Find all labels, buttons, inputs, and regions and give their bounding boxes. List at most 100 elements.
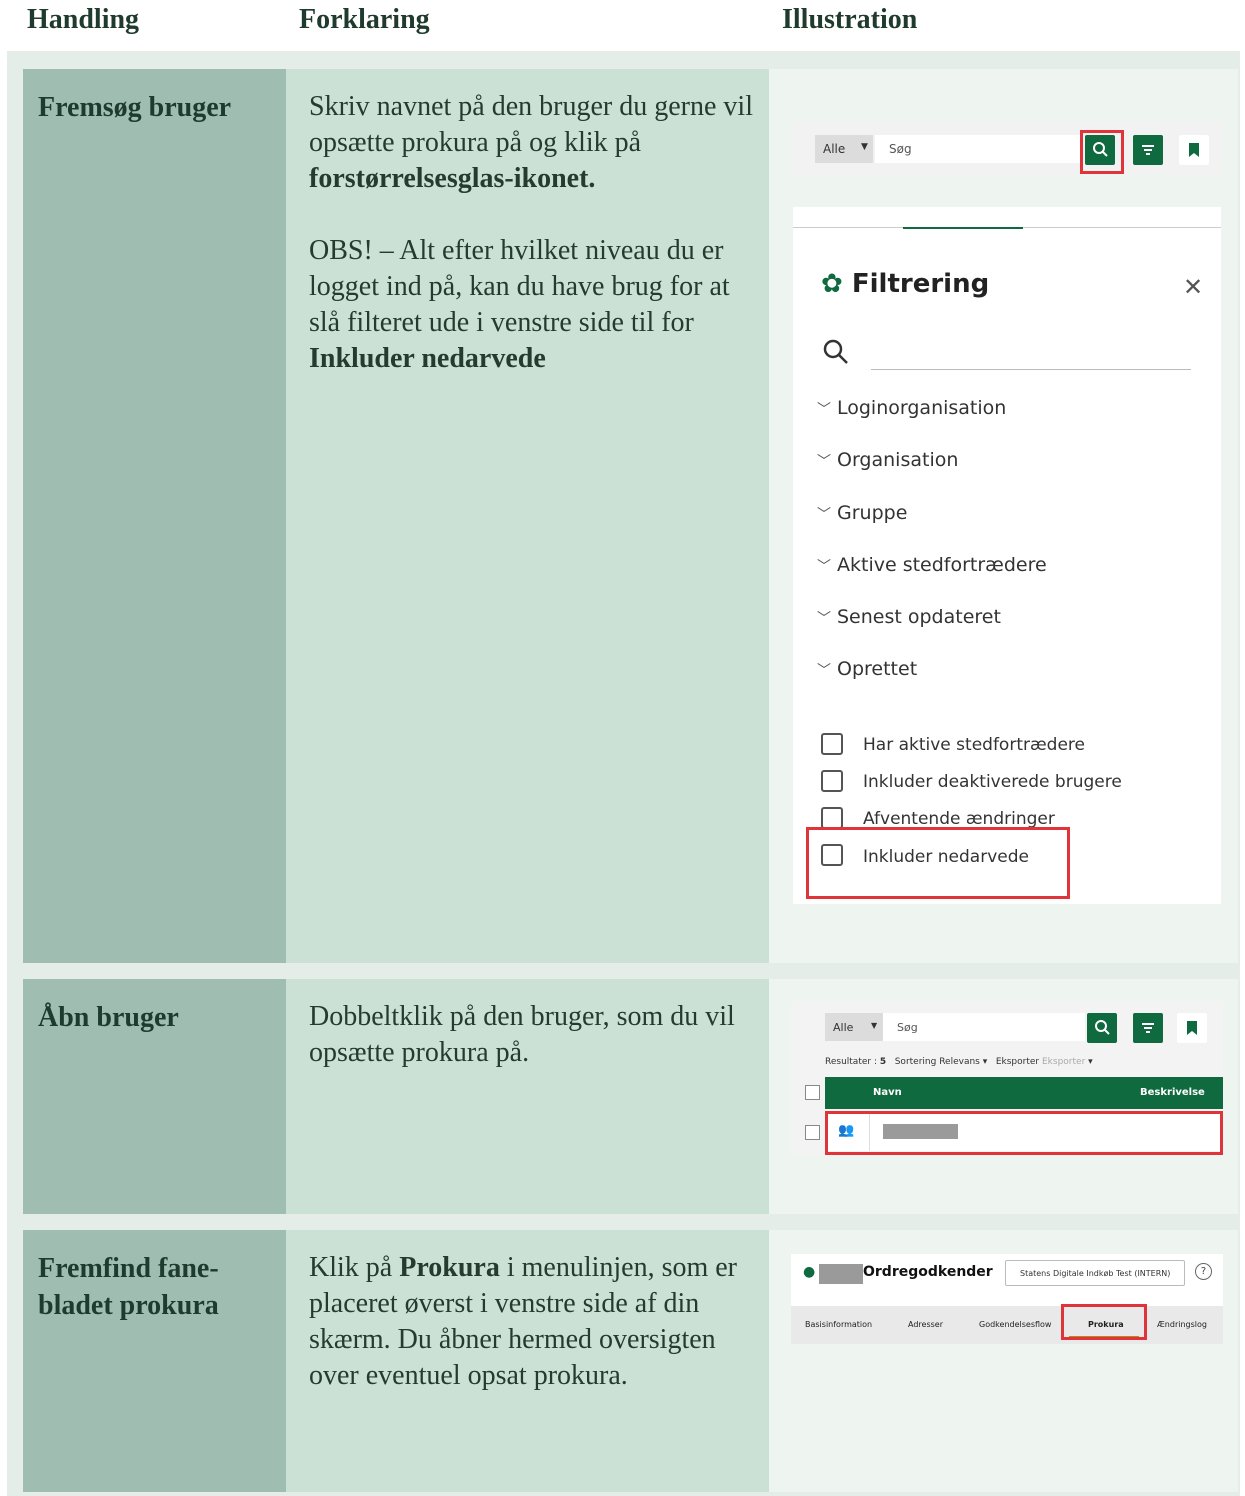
checkbox[interactable] [821,807,843,829]
scope-select[interactable]: Alle ▼ [815,135,873,163]
help-icon[interactable]: ? [1195,1263,1212,1280]
results-label: Resultater : [825,1057,877,1067]
illustration-cell: Alle ▼ Søg ✿ Filtrering ✕ ﹀ Loginorganis… [769,69,1238,963]
user-search-panel: Alle ▼ Søg Resultater : 5 Sortering Rele… [791,1001,1223,1155]
search-placeholder: Søg [897,1021,918,1034]
table-row: Fremsøg bruger Skriv navnet på den bruge… [23,69,1238,963]
person-icon: ● [803,1264,816,1280]
chevron-down-icon: ﹀ [817,559,831,575]
filter-section[interactable]: ﹀ Senest opdateret [817,606,1001,628]
bookmark-button[interactable] [1177,1013,1207,1043]
org-selector[interactable]: Statens Digitale Indkøb Test (INTERN) [1005,1260,1185,1286]
scope-value: Alle [833,1021,854,1034]
chevron-down-icon: ﹀ [817,611,831,627]
action-title: Fremfind fane-bladet prokura [38,1253,219,1321]
active-tab-line [903,219,1023,229]
chevron-down-icon: ﹀ [817,507,831,523]
filter-section[interactable]: ﹀ Oprettet [817,658,917,680]
explanation-bold: forstørrelsesglas-ikonet. [309,163,596,194]
column-header-beskrivelse[interactable]: Beskrivelse [1140,1087,1205,1098]
action-cell: Fremfind fane-bladet prokura [23,1230,286,1492]
search-icon [1095,1020,1110,1035]
bookmark-icon [1187,1021,1197,1035]
action-cell: Fremsøg bruger [23,69,286,963]
header-illustration: Illustration [782,4,918,35]
explanation-cell: Dobbeltklik på den bruger, som du vil op… [286,979,769,1214]
highlight-search [1080,130,1124,174]
user-role-title: Ordregodkender [863,1264,993,1280]
explanation-text: Skriv navnet på den bruger du gerne vil … [309,89,754,377]
filter-section[interactable]: ﹀ Loginorganisation [817,397,1006,419]
chevron-down-icon: ﹀ [817,402,831,418]
column-header-navn[interactable]: Navn [873,1087,902,1098]
tab-basisinformation[interactable]: Basisinformation [805,1320,872,1329]
filter-section[interactable]: ﹀ Gruppe [817,502,907,524]
explanation-text: Klik på Prokura i menulinjen, som er pla… [309,1250,754,1394]
table-header: Navn Beskrivelse [825,1077,1223,1109]
header-forklaring: Forklaring [299,4,430,35]
tab-godkendelsesflow[interactable]: Godkendelsesflow [979,1320,1051,1329]
search-button[interactable] [1087,1013,1117,1043]
filter-button[interactable] [1133,135,1163,165]
export-value[interactable]: Eksporter [1042,1057,1085,1067]
header-handling: Handling [27,4,140,35]
chevron-down-icon: ▼ [861,142,868,152]
filter-icon [1142,145,1154,155]
search-bar: Alle ▼ Søg [791,121,1221,175]
tab-bar: Basisinformation Adresser Godkendelsesfl… [791,1306,1223,1344]
checkbox[interactable] [821,770,843,792]
search-input[interactable]: Søg [875,135,1080,163]
filter-search-input[interactable] [871,347,1191,370]
filter-section-label: Senest opdateret [837,606,1001,628]
results-count: 5 [879,1057,887,1067]
explanation-part: OBS! – Alt efter hvilket niveau du er lo… [309,235,730,338]
row-checkbox[interactable] [805,1125,820,1140]
tab-adresser[interactable]: Adresser [908,1320,943,1329]
explanation-bold: Inkluder nedarvede [309,343,546,374]
select-all-checkbox[interactable] [805,1085,820,1100]
chevron-down-icon: ﹀ [817,663,831,679]
explanation-cell: Klik på Prokura i menulinjen, som er pla… [286,1230,769,1492]
filter-section-label: Oprettet [837,658,918,680]
checkbox-label: Har aktive stedfortrædere [863,735,1085,755]
checkbox-label: Inkluder deaktiverede brugere [863,772,1122,792]
filter-panel: ✿ Filtrering ✕ ﹀ Loginorganisation ﹀ Organ… [793,207,1221,904]
sort-label: Sortering [894,1057,937,1067]
illustration-cell: ● Ordregodkender Statens Digitale Indkøb… [769,1230,1238,1492]
bookmark-button[interactable] [1179,135,1209,165]
filter-button[interactable] [1133,1013,1163,1043]
illustration-cell: Alle ▼ Søg Resultater : 5 Sortering Rele… [769,979,1238,1214]
filter-section-label: Loginorganisation [837,397,1007,419]
scope-select[interactable]: Alle ▼ [825,1013,883,1041]
bookmark-icon [1189,143,1199,157]
filter-section[interactable]: ﹀ Organisation [817,449,958,471]
close-icon[interactable]: ✕ [1183,273,1203,301]
explanation-cell: Skriv navnet på den bruger du gerne vil … [286,69,769,963]
explanation-text: Dobbeltklik på den bruger, som du vil op… [309,1001,735,1068]
redacted-user-name [819,1264,863,1284]
table-row: Åbn bruger Dobbeltklik på den bruger, so… [23,979,1238,1214]
scope-value: Alle [823,142,846,156]
user-header-panel: ● Ordregodkender Statens Digitale Indkøb… [791,1254,1223,1344]
explanation-part: Skriv navnet på den bruger du gerne vil … [309,91,753,158]
chevron-down-icon: ▼ [871,1021,878,1030]
checkbox[interactable] [821,733,843,755]
filter-section[interactable]: ﹀ Aktive stedfortrædere [817,554,1047,576]
search-icon [823,339,848,364]
filter-section-label: Organisation [837,449,959,471]
gear-icon: ✿ [821,269,843,299]
tab-aendringslog[interactable]: Ændringslog [1157,1320,1207,1329]
filter-section-label: Gruppe [837,502,908,524]
action-title: Åbn bruger [38,1002,179,1033]
explanation-part: Klik på [309,1252,400,1283]
checkbox-label: Afventende ændringer [863,809,1055,829]
action-cell: Åbn bruger [23,979,286,1214]
filter-title: ✿ Filtrering [821,269,989,299]
chevron-down-icon: ﹀ [817,454,831,470]
sort-value[interactable]: Relevans [939,1057,980,1067]
filter-icon [1142,1023,1154,1033]
highlight-prokura-tab [1061,1304,1147,1340]
search-input[interactable]: Søg [883,1013,1085,1041]
explanation-bold: Prokura [399,1252,500,1283]
export-label: Eksporter [995,1057,1040,1067]
